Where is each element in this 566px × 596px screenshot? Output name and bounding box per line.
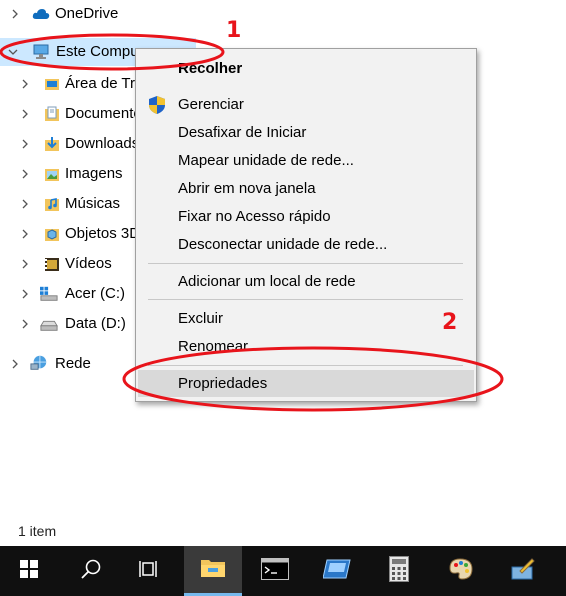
menu-item-label: Renomear — [178, 338, 249, 355]
window-app-icon — [322, 558, 351, 584]
annotation-step-1: 1 — [226, 18, 242, 43]
objects3d-folder-icon — [43, 225, 61, 243]
menu-item-open-new-window[interactable]: Abrir em nova janela — [138, 175, 474, 202]
calculator-button[interactable] — [370, 546, 428, 596]
tree-item-label: Músicas — [65, 195, 121, 212]
chevron-right-icon[interactable] — [8, 357, 22, 371]
folder-icon — [200, 557, 226, 583]
start-button[interactable] — [0, 546, 58, 596]
search-button[interactable] — [62, 546, 120, 596]
chevron-down-icon[interactable] — [6, 45, 20, 59]
chevron-right-icon[interactable] — [18, 257, 32, 271]
context-menu: Recolher Gerenciar Desafixar de Iniciar … — [135, 48, 477, 402]
menu-item-label: Propriedades — [178, 375, 268, 392]
paint-brush-icon — [510, 557, 536, 585]
chevron-right-icon[interactable] — [18, 197, 32, 211]
chevron-right-icon[interactable] — [18, 107, 32, 121]
tree-item-label: Acer (C:) — [65, 285, 125, 302]
chevron-right-icon[interactable] — [18, 287, 32, 301]
cmd-button[interactable] — [246, 546, 304, 596]
file-explorer-button[interactable] — [184, 546, 242, 596]
music-folder-icon — [43, 195, 61, 213]
tree-item-label: Imagens — [65, 165, 123, 182]
menu-item-label: Mapear unidade de rede... — [178, 152, 354, 169]
calculator-icon — [389, 556, 409, 586]
pictures-folder-icon — [43, 165, 61, 183]
chevron-right-icon[interactable] — [8, 7, 22, 21]
menu-item-rename[interactable]: Renomear — [138, 333, 474, 360]
menu-separator — [148, 263, 463, 264]
windows-logo-icon — [19, 559, 39, 583]
menu-item-label: Desconectar unidade de rede... — [178, 236, 388, 253]
downloads-folder-icon — [43, 135, 61, 153]
cloud-icon — [32, 5, 50, 23]
menu-item-manage[interactable]: Gerenciar — [138, 91, 474, 118]
menu-item-delete[interactable]: Excluir — [138, 305, 474, 332]
menu-separator — [148, 299, 463, 300]
status-bar-item-count: 1 item — [18, 523, 57, 539]
desktop-folder-icon — [43, 75, 61, 93]
task-view-button[interactable] — [120, 546, 178, 596]
tree-item-label: Downloads — [65, 135, 140, 152]
menu-item-disconnect-network-drive[interactable]: Desconectar unidade de rede... — [138, 231, 474, 258]
menu-item-properties[interactable]: Propriedades — [138, 370, 474, 397]
windows-drive-icon — [40, 285, 58, 303]
tree-item-label: Objetos 3D — [65, 225, 141, 242]
app-button[interactable] — [308, 546, 366, 596]
menu-item-label: Recolher — [178, 60, 243, 77]
chevron-right-icon[interactable] — [18, 77, 32, 91]
chevron-right-icon[interactable] — [18, 137, 32, 151]
tree-item-label: OneDrive — [55, 5, 119, 22]
task-view-icon — [138, 559, 160, 583]
network-icon — [30, 354, 48, 372]
computer-icon — [32, 43, 50, 61]
menu-item-label: Adicionar um local de rede — [178, 273, 356, 290]
paint-button[interactable] — [432, 546, 490, 596]
menu-item-collapse[interactable]: Recolher — [138, 55, 474, 82]
menu-item-label: Excluir — [178, 310, 224, 327]
menu-item-unpin-start[interactable]: Desafixar de Iniciar — [138, 119, 474, 146]
chevron-right-icon[interactable] — [18, 317, 32, 331]
tree-item-label: Este Compu — [56, 43, 139, 60]
tree-item-label: Data (D:) — [65, 315, 126, 332]
tree-item-onedrive[interactable]: OneDrive — [0, 0, 200, 28]
menu-item-label: Gerenciar — [178, 96, 244, 113]
menu-item-label: Fixar no Acesso rápido — [178, 208, 331, 225]
search-icon — [80, 558, 102, 584]
paint-app-button[interactable] — [494, 546, 552, 596]
paint-palette-icon — [448, 557, 474, 585]
menu-separator — [148, 365, 463, 366]
tree-item-label: Área de Tr — [65, 75, 136, 92]
chevron-right-icon[interactable] — [18, 167, 32, 181]
menu-item-map-network-drive[interactable]: Mapear unidade de rede... — [138, 147, 474, 174]
videos-folder-icon — [43, 255, 61, 273]
annotation-step-2: 2 — [442, 310, 458, 335]
chevron-right-icon[interactable] — [18, 227, 32, 241]
drive-icon — [40, 315, 58, 333]
shield-icon — [148, 95, 168, 115]
menu-item-pin-quick-access[interactable]: Fixar no Acesso rápido — [138, 203, 474, 230]
taskbar — [0, 546, 566, 596]
documents-folder-icon — [43, 105, 61, 123]
terminal-icon — [261, 558, 289, 584]
tree-item-label: Vídeos — [65, 255, 112, 272]
menu-item-add-network-location[interactable]: Adicionar um local de rede — [138, 268, 474, 295]
menu-item-label: Abrir em nova janela — [178, 180, 316, 197]
menu-item-label: Desafixar de Iniciar — [178, 124, 307, 141]
tree-item-label: Rede — [55, 355, 91, 372]
